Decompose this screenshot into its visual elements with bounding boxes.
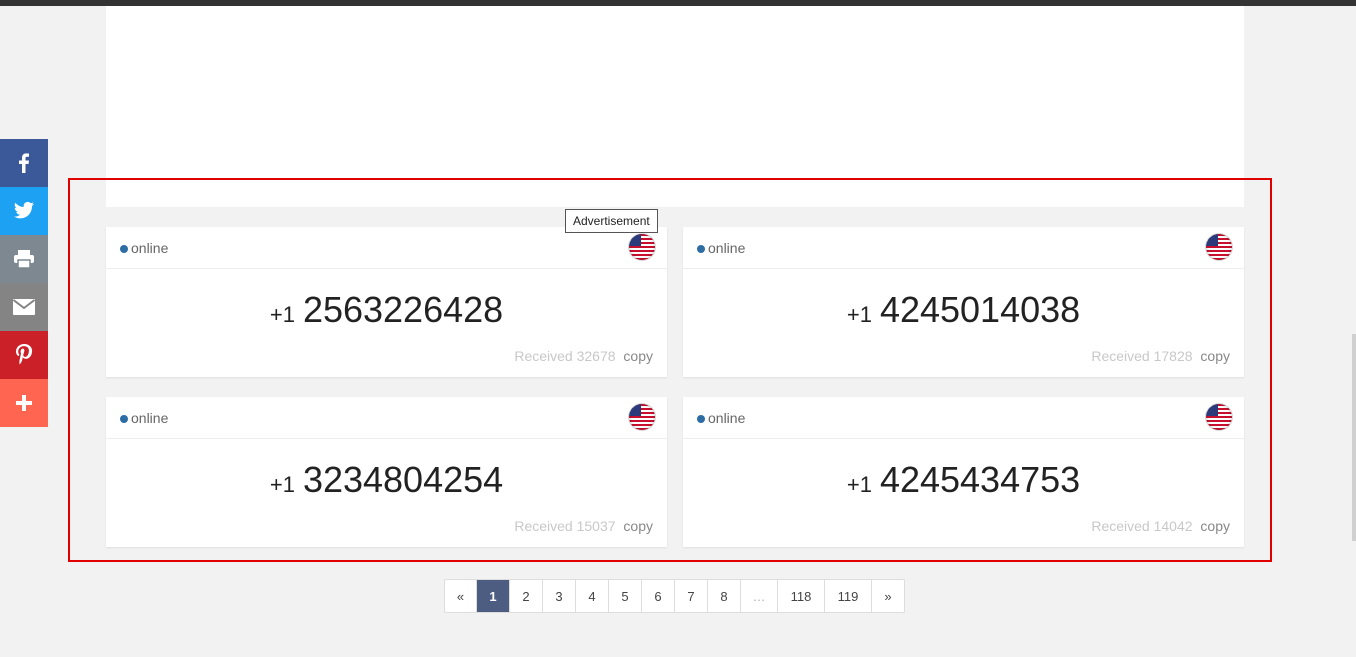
received-count: 17828 [1153,348,1193,364]
status-dot-icon [120,415,128,423]
card-number: +1 4245014038 [683,289,1244,331]
twitter-icon [13,201,35,219]
pagination-ellipsis: … [741,580,778,612]
phone-number[interactable]: 2563226428 [303,289,503,330]
country-code: +1 [269,302,295,327]
card-number: +1 3234804254 [106,459,667,501]
status-dot-icon [697,245,705,253]
copy-link[interactable]: copy [1200,518,1230,534]
scrollbar[interactable] [1352,334,1356,541]
copy-link[interactable]: copy [1200,348,1230,364]
page-button-8[interactable]: 8 [708,580,741,612]
pagination: « 1 2 3 4 5 6 7 8 … 118 119 » [444,579,905,613]
us-flag-icon [629,234,655,260]
received-count: 14042 [1153,518,1193,534]
received-label: Received [1091,518,1150,534]
facebook-icon [19,153,29,173]
twitter-share-button[interactable] [0,187,48,235]
pinterest-icon [16,344,33,365]
print-icon [14,250,34,269]
prev-page-button[interactable]: « [445,580,477,612]
page-button-3[interactable]: 3 [543,580,576,612]
page-button-118[interactable]: 118 [778,580,825,612]
phone-number[interactable]: 4245014038 [880,289,1080,330]
status-text: online [131,240,169,256]
received-info: Received 32678 copy [514,348,653,364]
print-button[interactable] [0,235,48,283]
received-info: Received 14042 copy [1091,518,1230,534]
email-share-button[interactable] [0,283,48,331]
country-code: +1 [846,472,872,497]
social-share-bar [0,139,48,427]
page-button-5[interactable]: 5 [609,580,642,612]
number-card[interactable]: online +1 3234804254 Received 15037 copy [106,397,667,547]
plus-icon [16,395,32,411]
page-button-2[interactable]: 2 [510,580,543,612]
received-info: Received 17828 copy [1091,348,1230,364]
page-button-119[interactable]: 119 [825,580,872,612]
card-header: online [106,227,667,269]
status-dot-icon [697,415,705,423]
pinterest-share-button[interactable] [0,331,48,379]
card-number: +1 4245434753 [683,459,1244,501]
number-card[interactable]: online +1 4245014038 Received 17828 copy [683,227,1244,377]
page-button-7[interactable]: 7 [675,580,708,612]
us-flag-icon [1206,404,1232,430]
received-label: Received [514,518,573,534]
card-header: online [683,227,1244,269]
phone-number[interactable]: 3234804254 [303,459,503,500]
email-icon [12,299,36,315]
us-flag-icon [629,404,655,430]
country-code: +1 [846,302,872,327]
us-flag-icon [1206,234,1232,260]
status-dot-icon [120,245,128,253]
received-info: Received 15037 copy [514,518,653,534]
status-text: online [708,240,746,256]
phone-number[interactable]: 4245434753 [880,459,1080,500]
number-card[interactable]: online +1 2563226428 Received 32678 copy [106,227,667,377]
status-text: online [708,410,746,426]
page-button-6[interactable]: 6 [642,580,675,612]
facebook-share-button[interactable] [0,139,48,187]
card-header: online [683,397,1244,439]
received-count: 32678 [576,348,616,364]
country-code: +1 [269,472,295,497]
copy-link[interactable]: copy [623,348,653,364]
advertisement-area [106,6,1244,207]
received-count: 15037 [576,518,616,534]
card-header: online [106,397,667,439]
advertisement-tooltip: Advertisement [565,209,658,233]
number-card[interactable]: online +1 4245434753 Received 14042 copy [683,397,1244,547]
next-page-button[interactable]: » [872,580,904,612]
page-button-4[interactable]: 4 [576,580,609,612]
page-button-1[interactable]: 1 [477,580,510,612]
received-label: Received [1091,348,1150,364]
card-number: +1 2563226428 [106,289,667,331]
copy-link[interactable]: copy [623,518,653,534]
status-text: online [131,410,169,426]
received-label: Received [514,348,573,364]
more-share-button[interactable] [0,379,48,427]
